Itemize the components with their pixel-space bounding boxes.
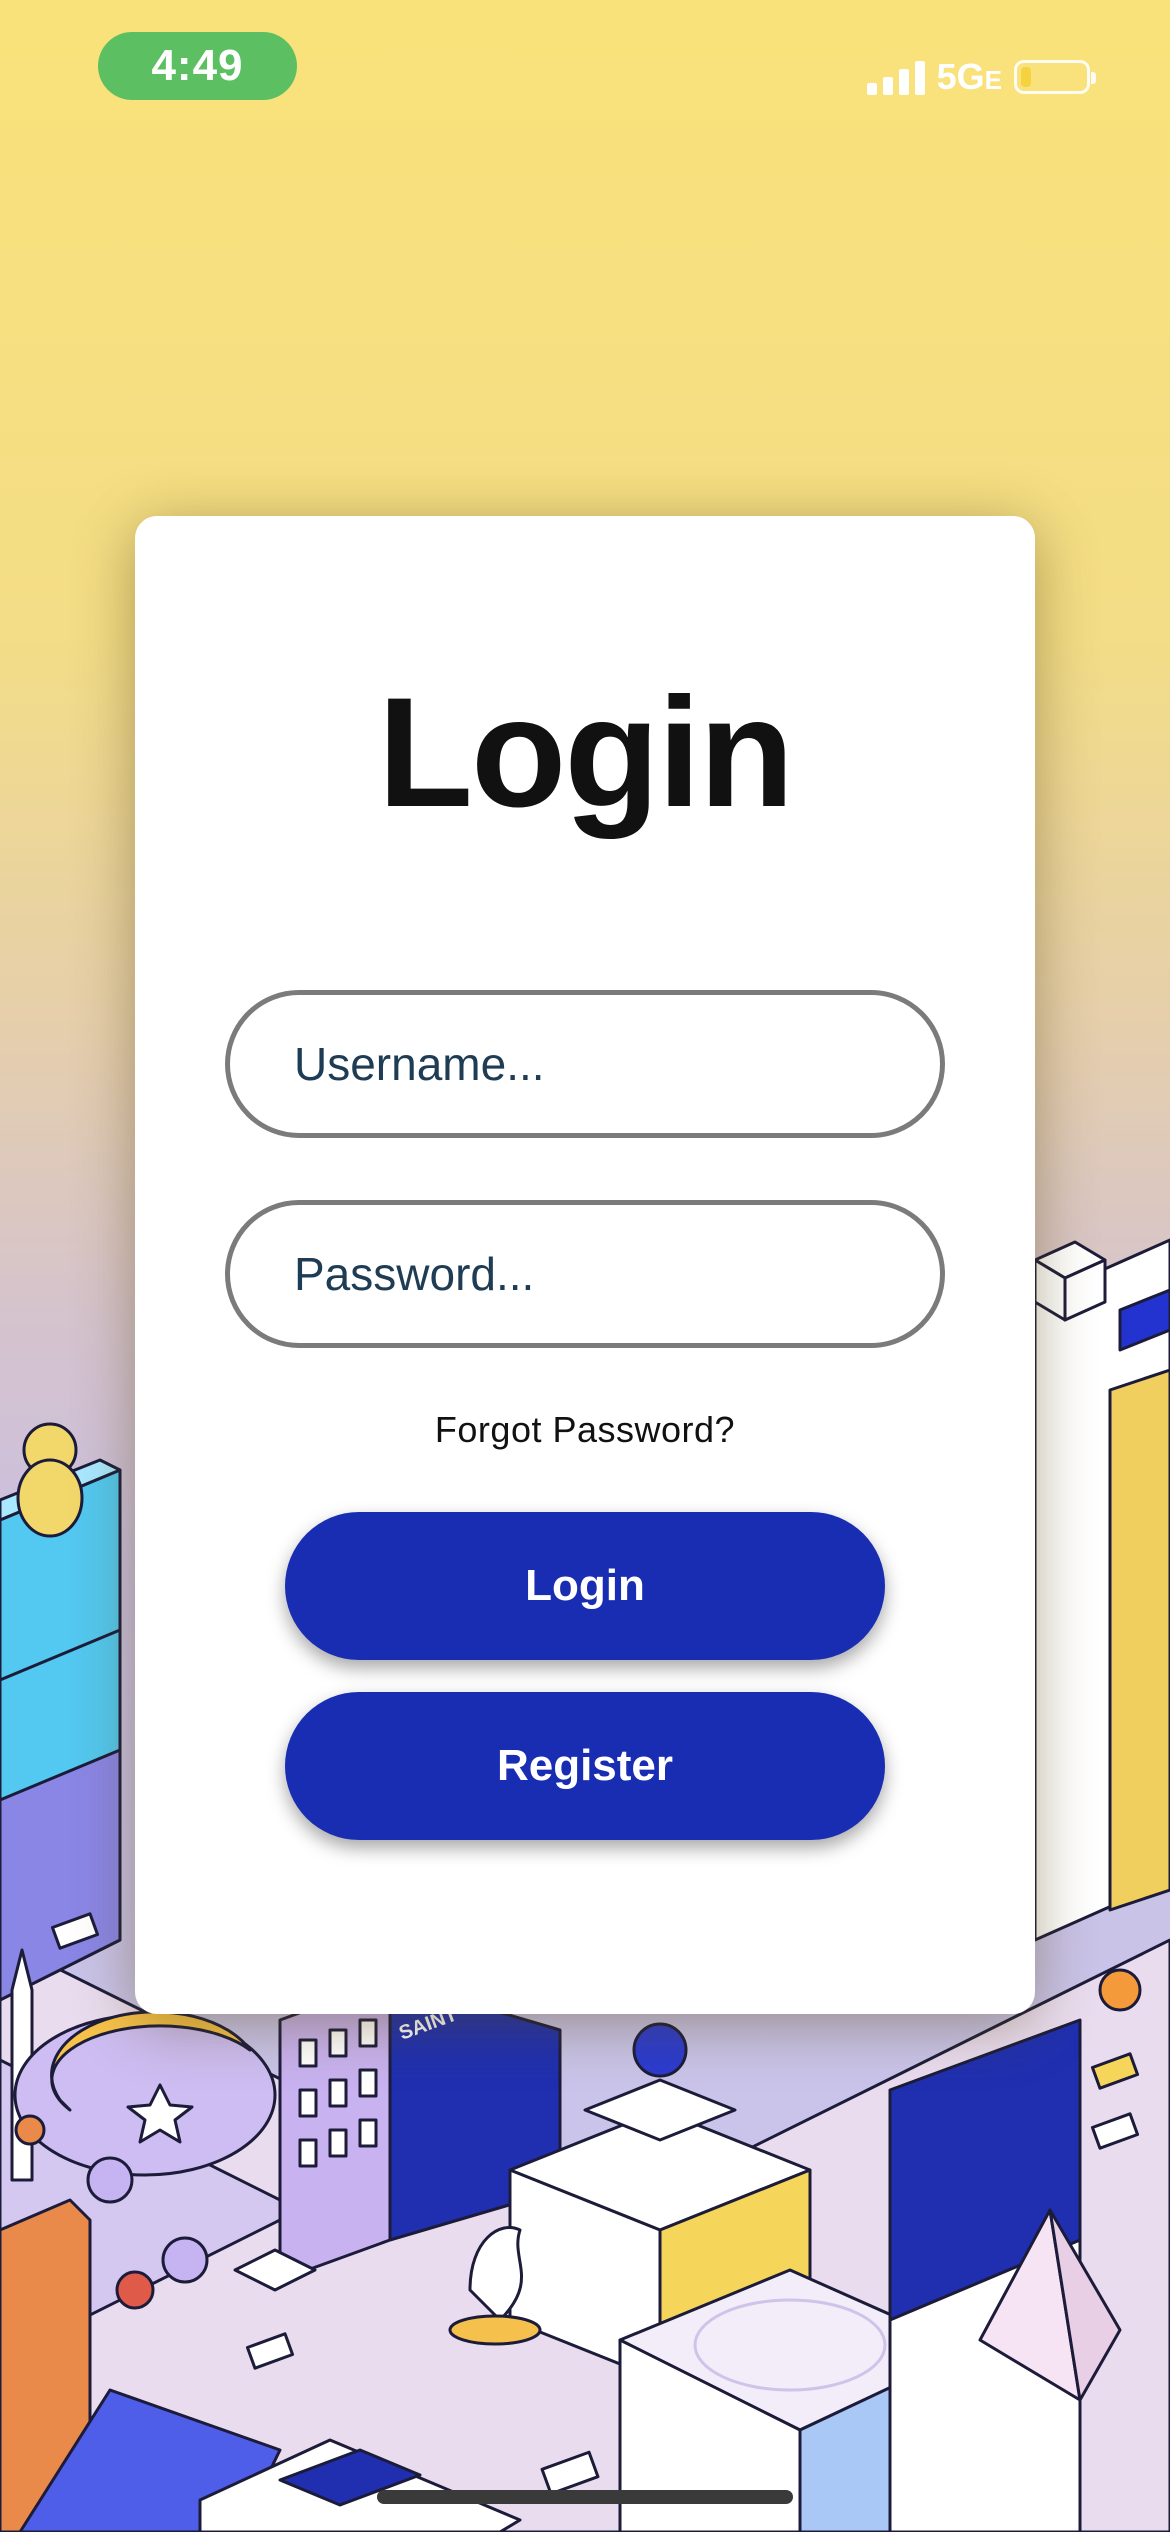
network-label: 5G [936,56,985,97]
username-field-container [225,990,945,1138]
network-suffix: E [984,65,1002,95]
battery-icon [1014,60,1096,94]
username-input[interactable] [292,1036,940,1092]
page-title: Login [377,666,795,840]
battery-fill [1021,67,1031,87]
network-type: 5GE [937,56,1002,98]
status-indicators: 5GE [866,52,1096,102]
password-field-container [225,1200,945,1348]
forgot-password-link[interactable]: Forgot Password? [135,1409,1035,1451]
password-input[interactable] [292,1246,940,1302]
status-time: 4:49 [98,32,297,100]
login-button[interactable]: Login [285,1512,885,1660]
cellular-signal-icon [866,59,925,95]
login-card: Login Forgot Password? Login Register [135,516,1035,2014]
home-indicator[interactable] [377,2490,793,2504]
register-button[interactable]: Register [285,1692,885,1840]
